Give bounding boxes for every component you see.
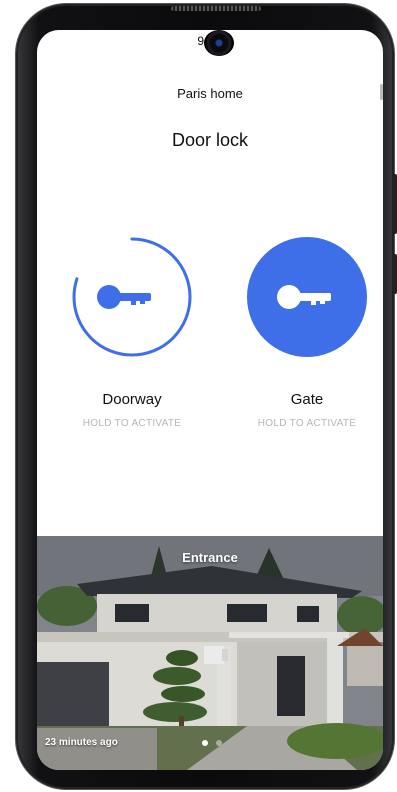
pagination-dots[interactable] xyxy=(202,740,222,746)
earpiece-speaker xyxy=(171,6,261,11)
gate-lock-button[interactable] xyxy=(245,235,369,359)
camera-feed-title: Entrance xyxy=(182,550,238,565)
front-camera-icon xyxy=(204,30,234,56)
camera-feed-timestamp: 23 minutes ago xyxy=(45,737,118,748)
page-dot-2[interactable] xyxy=(216,740,222,746)
home-name[interactable]: Paris home xyxy=(37,86,383,101)
doorway-lock-button[interactable] xyxy=(70,235,194,359)
lock-card-gate[interactable]: Gate HOLD TO ACTIVATE xyxy=(242,235,372,429)
gate-lock-hint: HOLD TO ACTIVATE xyxy=(257,418,357,429)
app-screen: 9:41 Paris home Door lock Doorway HOLD T… xyxy=(37,30,383,770)
lock-card-doorway[interactable]: Doorway HOLD TO ACTIVATE xyxy=(67,235,197,429)
page-dot-1[interactable] xyxy=(202,740,208,746)
power-button xyxy=(393,254,397,294)
key-icon xyxy=(97,285,151,309)
volume-button xyxy=(393,174,397,234)
doorway-lock-hint: HOLD TO ACTIVATE xyxy=(82,418,182,429)
camera-feed-entrance[interactable]: Entrance 23 minutes ago xyxy=(37,536,383,770)
page-title: Door lock xyxy=(171,130,249,150)
doorway-progress-ring xyxy=(72,237,192,357)
doorway-lock-name: Doorway xyxy=(102,391,162,408)
gate-lock-name: Gate xyxy=(290,391,324,408)
house-photo xyxy=(37,536,383,770)
gate-lock-circle xyxy=(247,237,367,357)
side-edge-indicator xyxy=(380,84,383,100)
